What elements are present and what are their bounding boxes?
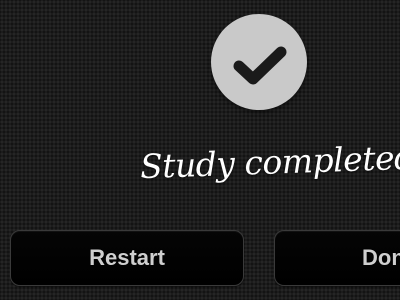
completion-title: Study completed: [139, 137, 400, 187]
checkmark-glyph: [233, 46, 287, 85]
done-button[interactable]: Done: [274, 230, 400, 286]
checkmark-icon: [211, 14, 307, 110]
restart-button[interactable]: Restart: [10, 230, 244, 286]
